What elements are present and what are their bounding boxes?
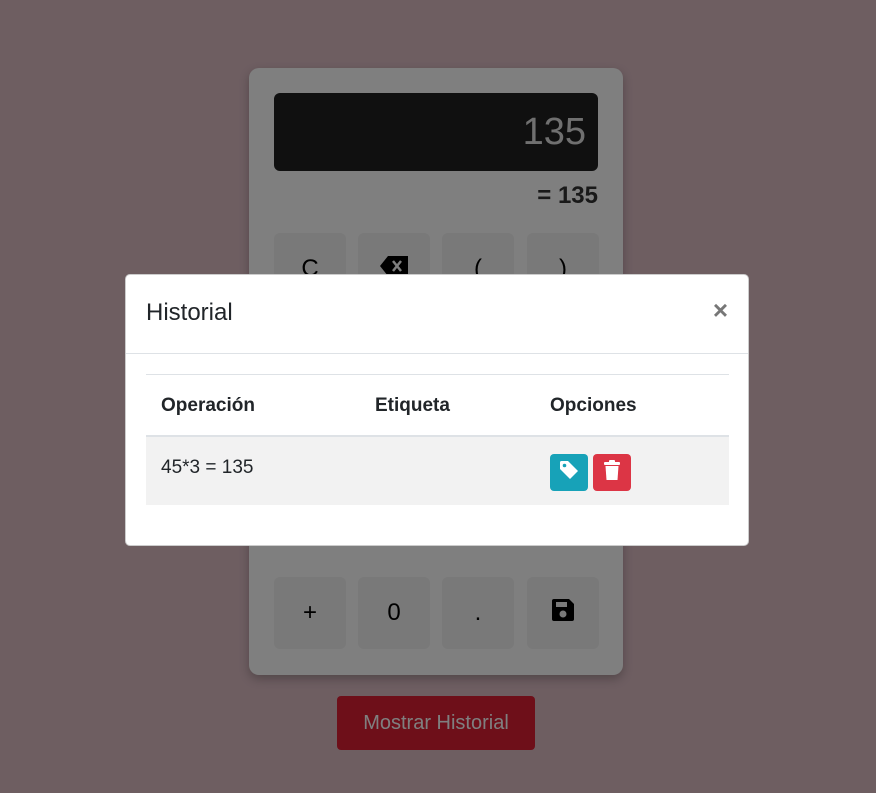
column-options: Opciones — [550, 395, 637, 416]
column-label: Etiqueta — [375, 395, 450, 416]
table-row: 45*3 = 135 — [146, 437, 729, 505]
trash-icon — [604, 460, 620, 485]
modal-header: Historial × — [126, 275, 748, 354]
table-header: Operación Etiqueta Opciones — [146, 375, 729, 437]
close-icon[interactable]: × — [713, 295, 728, 326]
row-operation: 45*3 = 135 — [161, 457, 254, 478]
delete-button[interactable] — [593, 454, 631, 491]
column-operation: Operación — [161, 395, 255, 416]
history-modal: Historial × Operación Etiqueta Opciones … — [125, 274, 749, 546]
history-table: Operación Etiqueta Opciones 45*3 = 135 — [146, 374, 729, 505]
tag-button[interactable] — [550, 454, 588, 491]
modal-title: Historial — [146, 299, 233, 326]
tag-icon — [560, 461, 578, 484]
